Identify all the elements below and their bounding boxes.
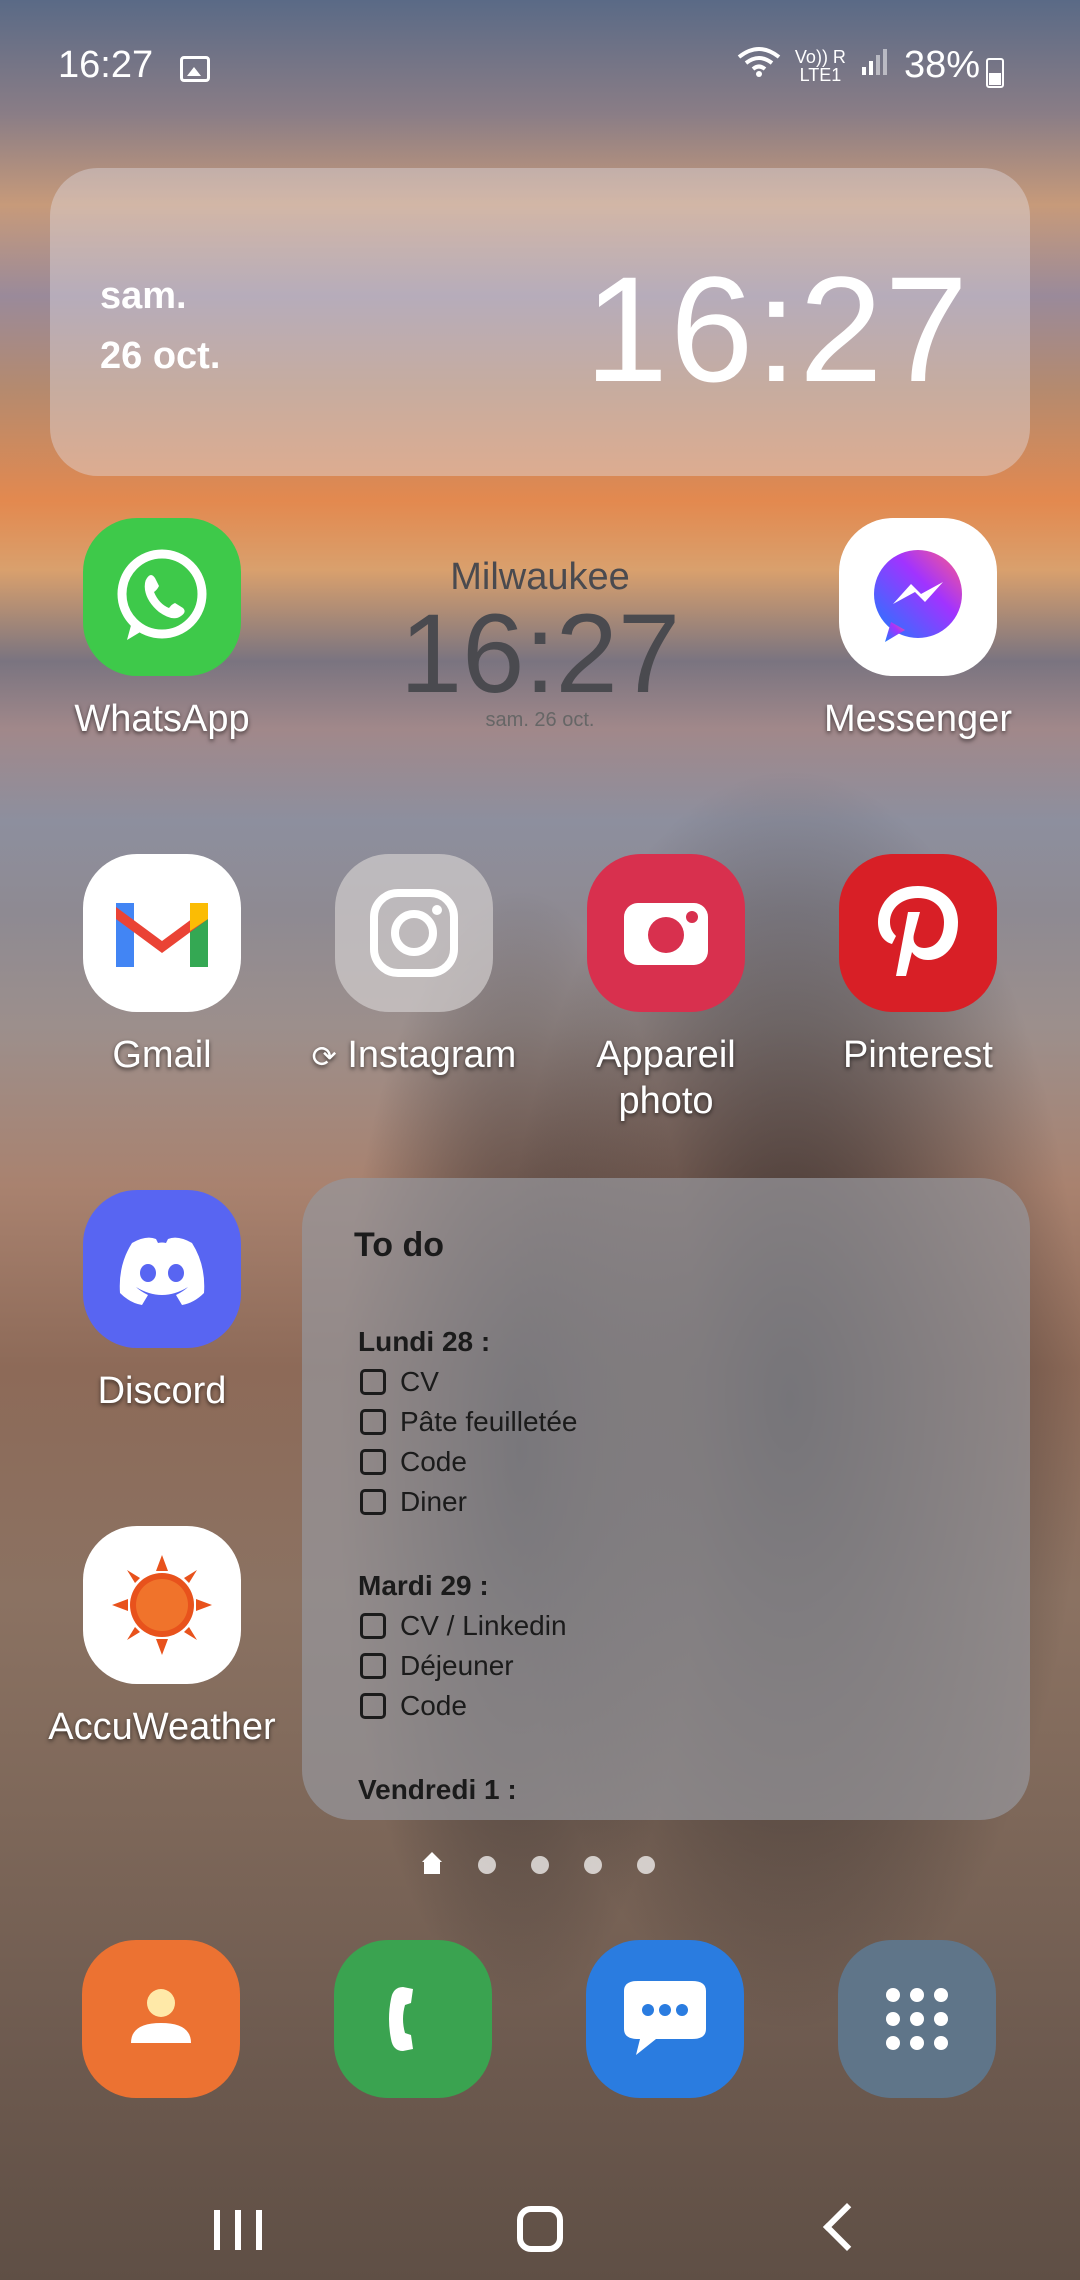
page-dot	[478, 1856, 496, 1874]
app-whatsapp[interactable]: WhatsApp	[37, 518, 287, 742]
todo-item[interactable]: Code	[360, 1690, 467, 1722]
todo-item[interactable]: Diner	[360, 1486, 467, 1518]
signal-icon	[860, 47, 890, 84]
lte-label: LTE1	[799, 64, 842, 85]
app-label-accuweather: AccuWeather	[48, 1706, 276, 1748]
navigation-bar	[0, 2180, 1080, 2280]
app-accuweather[interactable]: AccuWeather	[37, 1526, 287, 1750]
app-label-instagram: ⟳ Instagram	[289, 1032, 539, 1081]
app-instagram[interactable]: ⟳ Instagram	[289, 854, 539, 1081]
messenger-icon	[839, 518, 997, 676]
app-discord[interactable]: Discord	[37, 1190, 287, 1414]
accuweather-icon	[83, 1526, 241, 1684]
page-dot	[584, 1856, 602, 1874]
todo-item-label: Pâte feuilletée	[400, 1406, 578, 1437]
status-time: 16:27	[58, 44, 154, 86]
home-button[interactable]	[517, 2206, 563, 2252]
discord-icon	[83, 1190, 241, 1348]
app-messenger[interactable]: Messenger	[793, 518, 1043, 742]
todo-item[interactable]: CV	[360, 1366, 439, 1398]
todo-item-label: CV	[400, 1366, 439, 1397]
todo-item-label: Code	[400, 1690, 467, 1721]
app-label-camera: Appareil photo	[541, 1032, 791, 1124]
app-pinterest[interactable]: Pinterest	[793, 854, 1043, 1078]
checkbox-icon[interactable]	[360, 1369, 386, 1395]
world-clock-widget[interactable]: Milwaukee 16:27 sam. 26 oct.	[380, 556, 700, 732]
checkbox-icon[interactable]	[360, 1489, 386, 1515]
app-label-camera-line2: photo	[618, 1080, 714, 1122]
page-dot	[637, 1856, 655, 1874]
app-gmail[interactable]: Gmail	[37, 854, 287, 1078]
todo-title: To do	[354, 1226, 444, 1264]
checkbox-icon[interactable]	[360, 1409, 386, 1435]
contacts-icon[interactable]	[82, 1940, 240, 2098]
checkbox-icon[interactable]	[360, 1449, 386, 1475]
todo-section-heading: Mardi 29 :	[358, 1570, 489, 1601]
pinterest-icon	[839, 854, 997, 1012]
clock-widget[interactable]: sam. 26 oct. 16:27	[50, 168, 1030, 476]
status-bar: 16:27 Vo)) R LTE1 38%	[0, 0, 1080, 140]
todo-item-label: Diner	[400, 1486, 467, 1517]
whatsapp-icon	[83, 518, 241, 676]
todo-widget[interactable]: To do Lundi 28 : CV Pâte feuilletée Code…	[302, 1178, 1030, 1820]
update-pending-icon: ⟳	[311, 1041, 337, 1074]
home-page-icon	[422, 1852, 442, 1876]
app-label-camera-line1: Appareil	[596, 1034, 736, 1076]
clock-widget-date-value: 26 oct.	[100, 335, 221, 377]
recent-apps-button[interactable]	[214, 2210, 262, 2250]
app-label-pinterest: Pinterest	[843, 1034, 993, 1076]
todo-section-heading: Vendredi 1 :	[358, 1774, 517, 1805]
battery-percent: 38%	[903, 44, 980, 86]
todo-item[interactable]: CV / Linkedin	[360, 1610, 567, 1642]
battery-icon	[986, 58, 1004, 88]
app-drawer-icon[interactable]	[838, 1940, 996, 2098]
page-indicator[interactable]	[0, 1848, 1080, 1878]
world-clock-time: 16:27	[399, 591, 681, 716]
todo-item[interactable]: Déjeuner	[360, 1650, 514, 1682]
app-label-gmail: Gmail	[112, 1034, 212, 1076]
app-label-whatsapp: WhatsApp	[74, 698, 250, 740]
messages-icon[interactable]	[586, 1940, 744, 2098]
status-right-group: Vo)) R LTE1 38%	[737, 44, 980, 87]
volte-label: Vo)) R	[794, 46, 846, 67]
clock-widget-time: 16:27	[584, 245, 970, 413]
gmail-icon	[83, 854, 241, 1012]
todo-item-label: CV / Linkedin	[400, 1610, 567, 1641]
app-label-messenger: Messenger	[824, 698, 1012, 740]
instagram-icon	[335, 854, 493, 1012]
page-dot	[531, 1856, 549, 1874]
checkbox-icon[interactable]	[360, 1653, 386, 1679]
wifi-icon	[737, 45, 781, 86]
todo-item-label: Déjeuner	[400, 1650, 514, 1681]
app-label-instagram-text: Instagram	[347, 1034, 517, 1076]
phone-icon[interactable]	[334, 1940, 492, 2098]
checkbox-icon[interactable]	[360, 1693, 386, 1719]
camera-icon	[587, 854, 745, 1012]
app-camera[interactable]: Appareil photo	[541, 854, 791, 1124]
checkbox-icon[interactable]	[360, 1613, 386, 1639]
todo-item-label: Code	[400, 1446, 467, 1477]
volte-lte-icon: Vo)) R LTE1	[795, 48, 846, 84]
todo-section-heading: Lundi 28 :	[358, 1326, 491, 1357]
clock-widget-date: sam. 26 oct.	[100, 266, 220, 386]
clock-widget-day: sam.	[100, 275, 187, 317]
todo-item[interactable]: Pâte feuilletée	[360, 1406, 577, 1438]
back-button[interactable]	[822, 2202, 872, 2252]
gallery-notification-icon	[180, 56, 210, 82]
app-label-discord: Discord	[97, 1370, 227, 1412]
todo-item[interactable]: Code	[360, 1446, 467, 1478]
